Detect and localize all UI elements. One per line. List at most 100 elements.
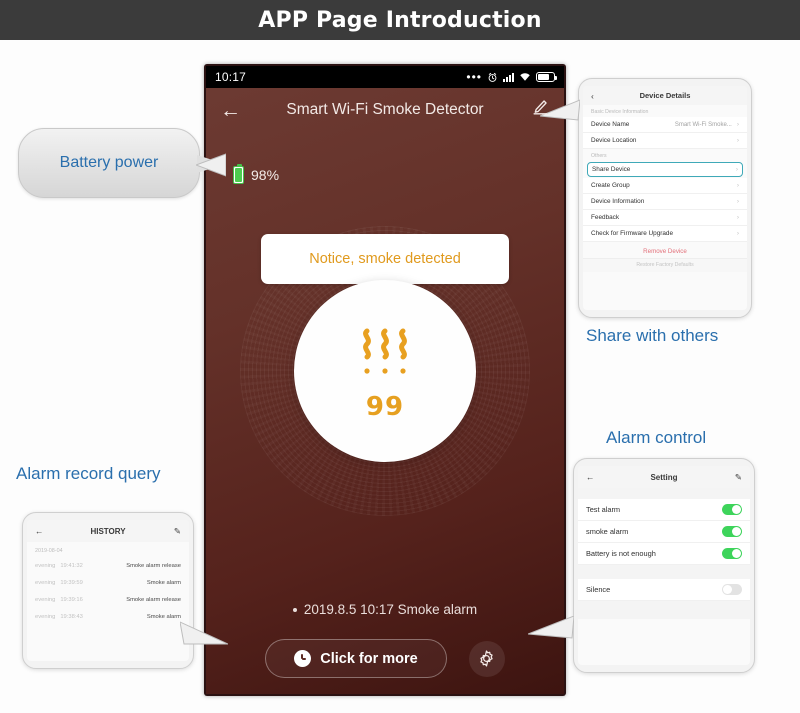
battery-icon <box>233 163 244 184</box>
section-others: Others <box>591 153 607 159</box>
callout-alarm-record-query: Alarm record query <box>16 464 161 483</box>
spacer <box>578 601 750 619</box>
row-feedback[interactable]: Feedback › <box>583 210 747 226</box>
edit-icon[interactable] <box>531 98 550 122</box>
row-label: Share Device <box>592 166 631 173</box>
history-appbar: ← HISTORY ✎ <box>27 520 189 542</box>
history-event: Smoke alarm release <box>126 562 181 569</box>
row-label: Silence <box>586 585 611 594</box>
row-label: Device Name <box>591 121 630 128</box>
notice-text: Notice, smoke detected <box>309 251 461 267</box>
row-label: Battery is not enough <box>586 549 656 558</box>
row-test-alarm[interactable]: Test alarm <box>578 499 750 521</box>
history-time: evening 19:39:59 <box>35 579 83 586</box>
remove-device-button[interactable]: Remove Device <box>583 242 747 258</box>
gear-icon <box>480 650 493 667</box>
restore-factory-defaults-button[interactable]: Restore Factory Defaults <box>583 258 747 272</box>
app-bar: ← Smart Wi-Fi Smoke Detector <box>206 88 564 132</box>
section-basic-device-information: Basic Device Information <box>591 109 649 115</box>
history-event: Smoke alarm <box>146 613 181 620</box>
toggle-test-alarm[interactable] <box>722 504 742 515</box>
latest-alarm-text: 2019.8.5 10:17 Smoke alarm <box>303 602 478 617</box>
back-icon[interactable]: ← <box>35 526 44 536</box>
status-time: 10:17 <box>215 70 247 84</box>
row-label: Create Group <box>591 182 630 189</box>
panel-setting: ← Setting ✎ Test alarm smoke alarm Batte… <box>573 458 755 673</box>
row-label: Check for Firmware Upgrade <box>591 230 674 237</box>
back-icon[interactable]: ← <box>220 100 241 121</box>
row-device-information[interactable]: Device Information › <box>583 194 747 210</box>
row-create-group[interactable]: Create Group › <box>583 178 747 194</box>
smoke-value: 99 <box>365 392 405 422</box>
connector-arrow-history <box>180 621 228 645</box>
alarm-clock-icon <box>488 72 497 82</box>
row-label: smoke alarm <box>586 527 629 536</box>
more-dots-icon: ••• <box>466 70 482 84</box>
smoke-waves-icon <box>354 326 416 376</box>
row-value: Smart Wi-Fi Smoke... <box>674 121 732 128</box>
back-icon[interactable]: ← <box>586 472 595 482</box>
spacer <box>578 565 750 579</box>
battery-status-icon <box>536 72 557 82</box>
panel-history: ← HISTORY ✎ 2019-08-04 evening 19:41:32 S… <box>22 512 194 669</box>
row-silence[interactable]: Silence <box>578 579 750 601</box>
device-details-title: Device Details <box>639 91 691 100</box>
click-for-more-button[interactable]: Click for more <box>265 639 447 678</box>
toggle-smoke-alarm[interactable] <box>722 526 742 537</box>
history-row: evening 19:38:43 Smoke alarm <box>27 608 189 625</box>
chevron-right-icon: › <box>736 121 739 128</box>
row-check-firmware-upgrade[interactable]: Check for Firmware Upgrade › <box>583 226 747 242</box>
row-battery-not-enough[interactable]: Battery is not enough <box>578 543 750 565</box>
history-row: evening 19:41:32 Smoke alarm release <box>27 557 189 574</box>
callout-alarm-control: Alarm control <box>606 428 707 447</box>
callout-battery-power: Battery power <box>18 128 225 198</box>
setting-title: Setting <box>650 472 678 482</box>
history-event: Smoke alarm release <box>126 596 181 603</box>
row-share-device[interactable]: Share Device › <box>587 162 743 177</box>
row-device-name[interactable]: Device Name Smart Wi-Fi Smoke... › <box>583 117 747 133</box>
latest-alarm-record: 2019.8.5 10:17 Smoke alarm <box>206 602 564 617</box>
history-title: HISTORY <box>90 526 126 536</box>
wifi-icon <box>520 73 530 81</box>
app-bar-title: Smart Wi-Fi Smoke Detector <box>286 101 484 118</box>
chevron-right-icon: › <box>736 214 739 221</box>
edit-icon[interactable]: ✎ <box>735 472 742 483</box>
status-bar: 10:17 ••• <box>206 66 564 88</box>
chevron-right-icon: › <box>735 166 738 173</box>
clock-icon <box>294 650 312 667</box>
toggle-silence[interactable] <box>722 584 742 595</box>
row-device-location[interactable]: Device Location › <box>583 133 747 149</box>
row-label: Device Location <box>591 137 637 144</box>
callout-share-with-others: Share with others <box>586 326 719 345</box>
chevron-right-icon: › <box>736 182 739 189</box>
battery-level: 98% <box>251 167 280 183</box>
smoke-status-circle[interactable]: 99 <box>294 280 476 462</box>
battery-indicator: 98% <box>233 163 280 184</box>
spacer <box>578 488 750 499</box>
history-date: 2019-08-04 <box>35 548 63 554</box>
setting-screen: ← Setting ✎ Test alarm smoke alarm Batte… <box>578 466 750 665</box>
history-time: evening 19:39:16 <box>35 596 83 603</box>
device-details-appbar: ‹ Device Details <box>583 86 747 105</box>
toggle-battery-not-enough[interactable] <box>722 548 742 559</box>
device-details-screen: ‹ Device Details Basic Device Informatio… <box>583 86 747 310</box>
back-icon[interactable]: ‹ <box>591 91 594 101</box>
history-row: evening 19:39:16 Smoke alarm release <box>27 591 189 608</box>
phone-mockup: 10:17 ••• ← Smart Wi-Fi Smoke Detector 9… <box>204 64 566 696</box>
phone-bottom-actions: Click for more <box>206 639 564 678</box>
chevron-right-icon: › <box>736 230 739 237</box>
page-title: APP Page Introduction <box>258 7 542 33</box>
chevron-right-icon: › <box>736 137 739 144</box>
chevron-right-icon: › <box>736 198 739 205</box>
row-smoke-alarm[interactable]: smoke alarm <box>578 521 750 543</box>
bullet-icon <box>292 608 297 613</box>
edit-icon[interactable]: ✎ <box>174 526 181 537</box>
row-label: Feedback <box>591 214 620 221</box>
notice-bubble: Notice, smoke detected <box>261 234 509 284</box>
settings-button[interactable] <box>468 640 505 677</box>
connector-arrow-battery <box>196 153 226 177</box>
page-header: APP Page Introduction <box>0 0 800 40</box>
click-for-more-label: Click for more <box>320 650 418 667</box>
panel-device-details: ‹ Device Details Basic Device Informatio… <box>578 78 752 318</box>
connector-arrow-setting <box>528 616 574 639</box>
